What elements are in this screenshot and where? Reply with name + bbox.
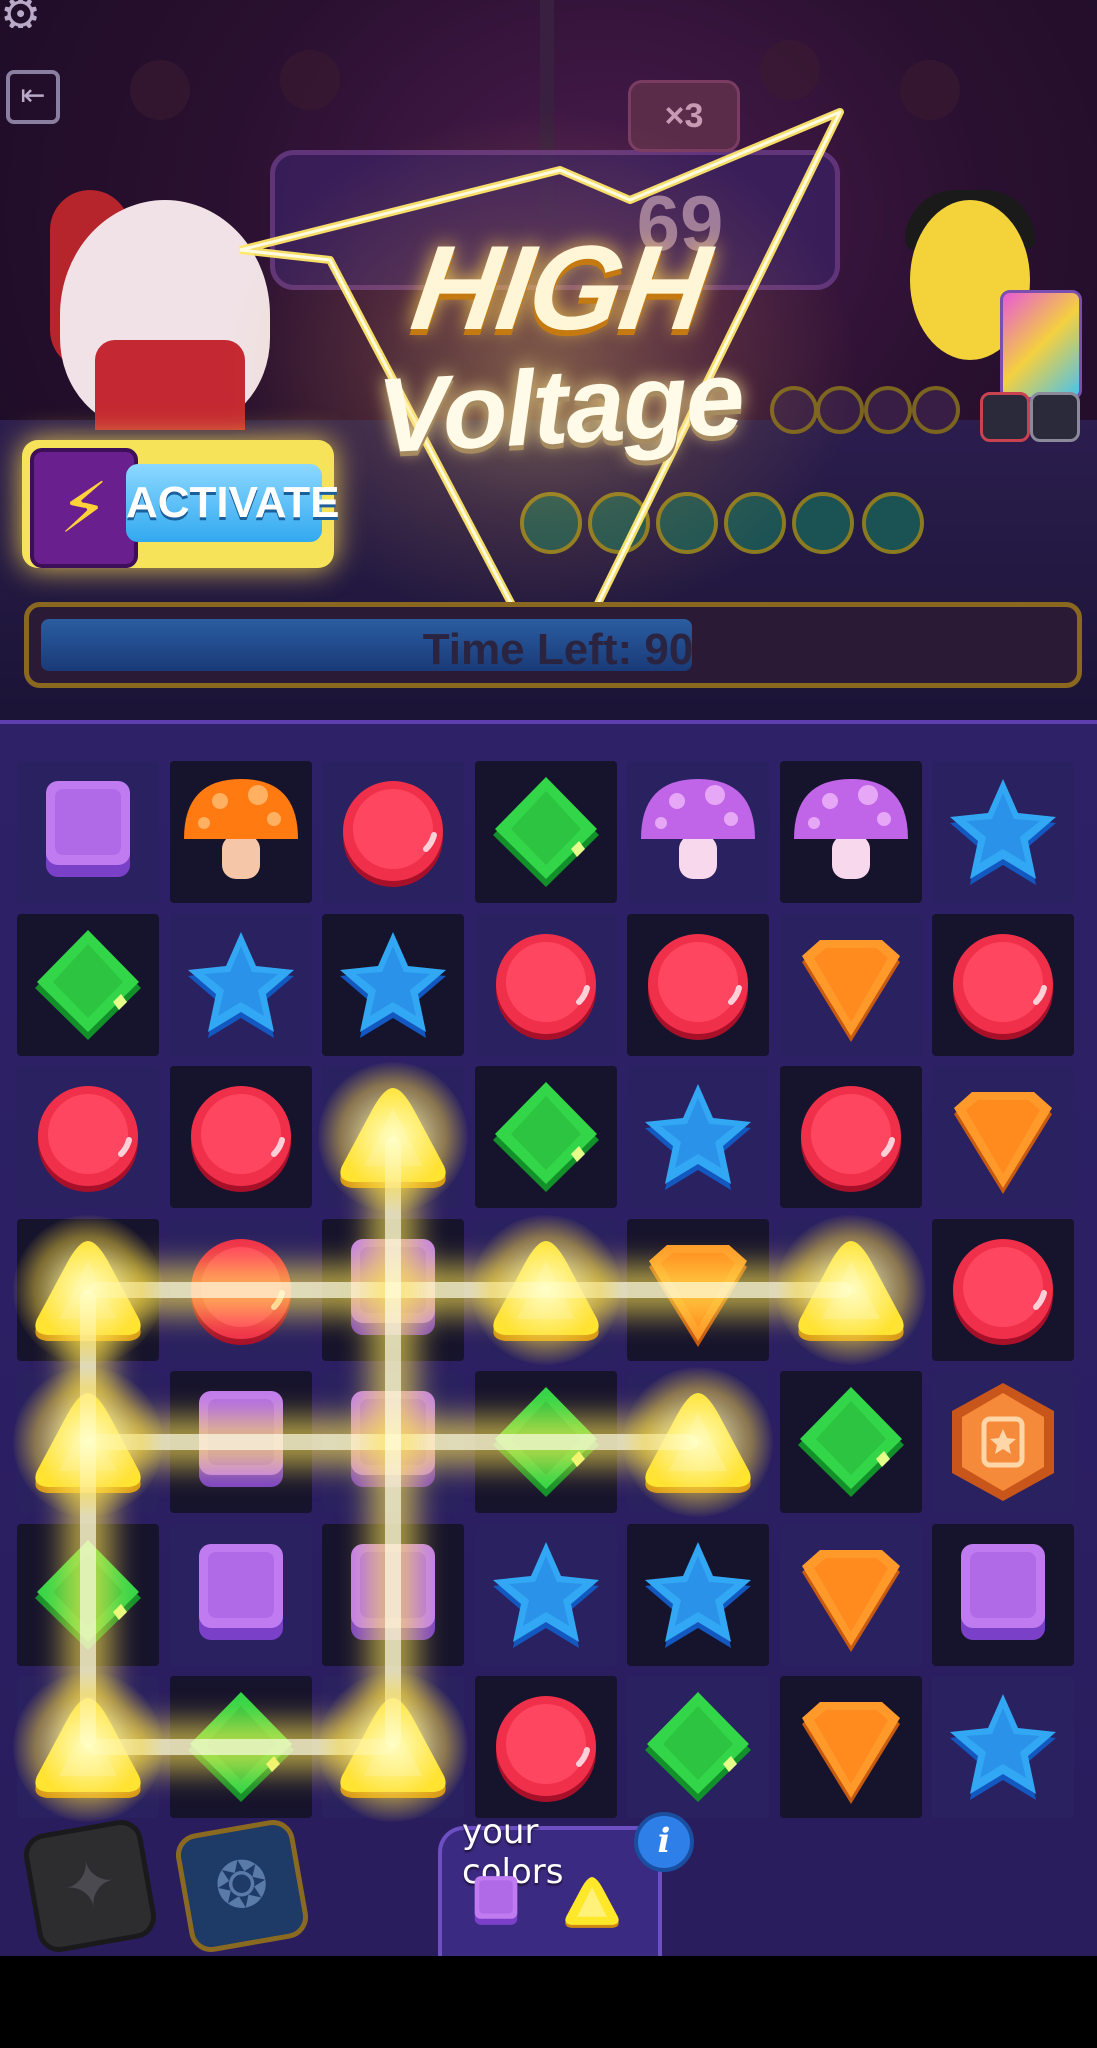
game-screen: ×3 69 ⚙ ⇤ HIGH Voltage ⚡ ACTIVATE	[0, 0, 1097, 2048]
stars-icon: ✦	[57, 1844, 123, 1928]
info-icon: i	[657, 1821, 671, 1861]
diamond-green-piece	[627, 1676, 769, 1818]
scarab-icon: ❂	[209, 1844, 275, 1928]
diamond-green-piece	[17, 914, 159, 1056]
mushroom-purple-piece	[627, 761, 769, 903]
star-blue-piece	[627, 1524, 769, 1666]
diamond-green-piece	[475, 1066, 617, 1208]
circle-red-piece	[932, 1219, 1074, 1361]
lightning-beam	[385, 1137, 401, 1747]
board-cell[interactable]	[627, 1676, 769, 1818]
piece-glow	[471, 1215, 621, 1365]
lightning-icon: ⚡	[30, 448, 138, 568]
star-blue-piece	[475, 1524, 617, 1666]
circle-red-piece	[475, 1676, 617, 1818]
board-cell[interactable]	[780, 914, 922, 1056]
lightning-beam	[88, 1282, 851, 1298]
star-blue-piece	[932, 761, 1074, 903]
board-cell[interactable]	[17, 761, 159, 903]
piece-glow	[623, 1367, 773, 1517]
board-cell[interactable]	[17, 1066, 159, 1208]
circle-red-piece	[627, 914, 769, 1056]
board-cell[interactable]	[932, 1219, 1074, 1361]
time-bar: Time Left: 90	[24, 602, 1082, 688]
system-bar	[0, 1956, 1097, 2048]
board-cell[interactable]	[780, 1676, 922, 1818]
circle-red-piece	[475, 914, 617, 1056]
mushroom-purple-piece	[780, 761, 922, 903]
mushroom-orange-piece	[170, 761, 312, 903]
board-cell[interactable]	[322, 761, 464, 903]
piece-glow	[13, 1367, 163, 1517]
board-cell[interactable]	[475, 1524, 617, 1666]
shield-orange-piece	[932, 1066, 1074, 1208]
circle-red-piece	[322, 761, 464, 903]
board-cell[interactable]	[780, 1066, 922, 1208]
scarab-booster-button[interactable]: ❂	[172, 1816, 312, 1956]
piece-glow	[318, 1672, 468, 1822]
board-cell[interactable]	[170, 914, 312, 1056]
board-cell[interactable]	[932, 914, 1074, 1056]
piece-glow	[13, 1215, 163, 1365]
board-cell[interactable]	[932, 1371, 1074, 1513]
board-cell[interactable]	[627, 1066, 769, 1208]
board-cell[interactable]	[322, 914, 464, 1056]
board-cell[interactable]	[475, 1676, 617, 1818]
circle-red-piece	[17, 1066, 159, 1208]
square-purple-piece	[932, 1524, 1074, 1666]
your-color-triangle-yellow	[556, 1866, 628, 1938]
banner-title-high: HIGH	[404, 221, 716, 355]
info-button[interactable]: i	[634, 1812, 694, 1872]
board-cell[interactable]	[932, 761, 1074, 903]
board-cell[interactable]	[627, 914, 769, 1056]
board-cell[interactable]	[17, 914, 159, 1056]
piece-glow	[776, 1215, 926, 1365]
board-cell[interactable]	[780, 1524, 922, 1666]
star-blue-piece	[170, 914, 312, 1056]
star-blue-piece	[932, 1676, 1074, 1818]
board-cell[interactable]	[627, 1524, 769, 1666]
star-booster-button[interactable]: ✦	[20, 1816, 160, 1956]
your-color-square-purple	[460, 1866, 532, 1938]
board-cell[interactable]	[932, 1676, 1074, 1818]
board-cell[interactable]	[475, 761, 617, 903]
diamond-green-piece	[475, 761, 617, 903]
board-cell[interactable]	[780, 761, 922, 903]
piece-glow	[318, 1062, 468, 1212]
board-cell[interactable]	[932, 1066, 1074, 1208]
shield-orange-piece	[780, 1524, 922, 1666]
diamond-green-piece	[780, 1371, 922, 1513]
circle-red-piece	[932, 914, 1074, 1056]
circle-red-piece	[170, 1066, 312, 1208]
board-cell[interactable]	[627, 761, 769, 903]
game-board-area	[0, 720, 1097, 1840]
star-blue-piece	[322, 914, 464, 1056]
board-cell[interactable]	[170, 761, 312, 903]
piece-glow	[13, 1672, 163, 1822]
circle-red-piece	[780, 1066, 922, 1208]
shield-orange-piece	[780, 1676, 922, 1818]
time-left-text: Time Left: 90	[422, 625, 694, 674]
square-purple-piece	[17, 761, 159, 903]
shield-orange-piece	[780, 914, 922, 1056]
star-blue-piece	[627, 1066, 769, 1208]
board-cell[interactable]	[170, 1066, 312, 1208]
activate-label: ACTIVATE	[126, 464, 339, 542]
game-board	[13, 761, 1080, 1839]
board-cell[interactable]	[932, 1524, 1074, 1666]
square-purple-piece	[170, 1524, 312, 1666]
activate-button[interactable]: ⚡ ACTIVATE	[22, 440, 339, 568]
board-cell[interactable]	[780, 1371, 922, 1513]
bonus-hex-orange-piece	[932, 1371, 1074, 1513]
banner-title-voltage: Voltage	[374, 338, 746, 476]
board-cell[interactable]	[475, 1066, 617, 1208]
board-cell[interactable]	[170, 1524, 312, 1666]
board-cell[interactable]	[475, 914, 617, 1056]
